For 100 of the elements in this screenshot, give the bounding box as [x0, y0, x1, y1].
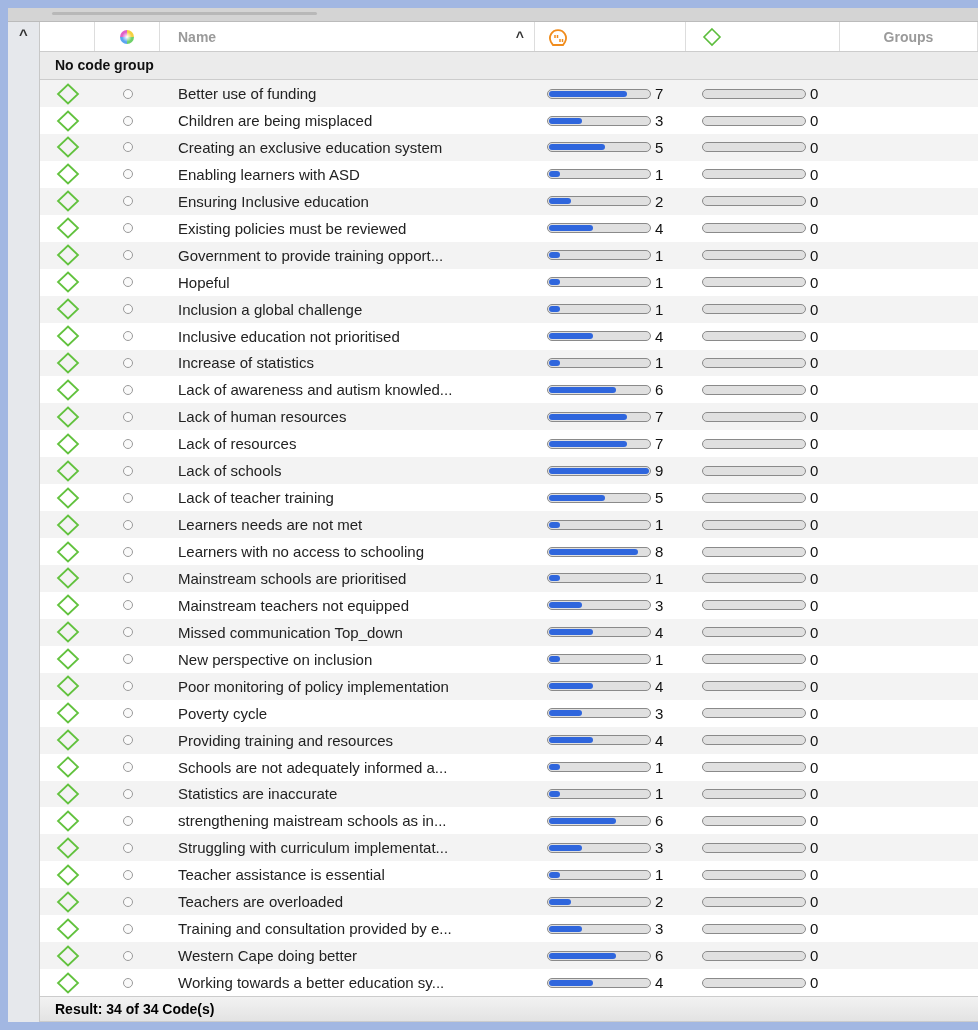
count-value: 3	[655, 920, 664, 938]
count-value: 1	[655, 516, 664, 534]
code-name: Missed communication Top_down	[178, 623, 403, 641]
diamond-icon	[55, 944, 80, 967]
color-circle-icon	[121, 841, 134, 854]
diamond-icon	[55, 540, 80, 563]
diamond-icon	[55, 890, 80, 913]
code-name: Poverty cycle	[178, 704, 268, 722]
diamond-icon	[55, 809, 80, 832]
count-value: 5	[655, 489, 664, 507]
count-value: 0	[810, 947, 819, 965]
color-circle-icon	[121, 330, 134, 343]
code-name: New perspective on inclusion	[178, 650, 373, 668]
count-value: 1	[655, 273, 664, 291]
diamond-icon	[55, 675, 80, 698]
count-value: 0	[810, 812, 819, 830]
count-value: 0	[810, 650, 819, 668]
count-value: 3	[655, 839, 664, 857]
diamond-icon	[55, 82, 80, 105]
code-name: Training and consultation provided by e...	[178, 920, 452, 938]
count-value: 7	[655, 85, 664, 103]
color-circle-icon	[121, 222, 134, 235]
color-circle-icon	[121, 572, 134, 585]
diamond-icon	[55, 729, 80, 752]
count-value: 4	[655, 219, 664, 237]
color-circle-icon	[121, 410, 134, 423]
color-wheel-icon[interactable]	[119, 28, 135, 45]
count-value: 3	[655, 596, 664, 614]
color-circle-icon	[121, 599, 134, 612]
color-circle-icon	[121, 976, 134, 989]
quotation-icon[interactable]	[547, 26, 569, 47]
color-circle-icon	[121, 868, 134, 881]
count-value: 0	[810, 246, 819, 264]
count-value: 1	[655, 354, 664, 372]
count-value: 0	[810, 893, 819, 911]
count-value: 0	[810, 327, 819, 345]
code-name: Inclusion a global challenge	[178, 300, 363, 318]
count-value: 0	[810, 462, 819, 480]
code-name: Increase of statistics	[178, 354, 314, 372]
collapse-toggle[interactable]: ^	[8, 22, 39, 44]
code-name: Lack of awareness and autism knowled...	[178, 381, 453, 399]
diamond-icon	[55, 244, 80, 267]
color-circle-icon	[121, 87, 134, 100]
count-value: 0	[810, 866, 819, 884]
color-circle-icon	[121, 545, 134, 558]
count-value: 0	[810, 85, 819, 103]
code-name: Existing policies must be reviewed	[178, 219, 407, 237]
diamond-icon	[55, 648, 80, 671]
code-name: Schools are not adequately informed a...	[178, 758, 448, 776]
count-value: 0	[810, 839, 819, 857]
count-value: 0	[810, 381, 819, 399]
count-value: 3	[655, 704, 664, 722]
diamond-icon[interactable]	[702, 26, 722, 47]
count-value: 0	[810, 489, 819, 507]
count-value: 1	[655, 785, 664, 803]
code-name: Struggling with curriculum implementat...	[178, 839, 449, 857]
code-name: Government to provide training opport...	[178, 246, 444, 264]
color-circle-icon	[121, 168, 134, 181]
count-value: 0	[810, 435, 819, 453]
diamond-icon	[55, 298, 80, 321]
code-name: Inclusive education not prioritised	[178, 327, 400, 345]
code-name: Statistics are inaccurate	[178, 785, 338, 803]
color-circle-icon	[121, 922, 134, 935]
diamond-icon	[55, 756, 80, 779]
diamond-icon	[55, 351, 80, 374]
count-value: 0	[810, 516, 819, 534]
diamond-icon	[55, 836, 80, 859]
code-name: Teacher assistance is essential	[178, 866, 385, 884]
color-circle-icon	[121, 680, 134, 693]
count-value: 9	[655, 462, 664, 480]
count-value: 0	[810, 974, 819, 992]
color-circle-icon	[121, 195, 134, 208]
color-circle-icon	[121, 464, 134, 477]
diamond-icon	[55, 109, 80, 132]
count-value: 0	[810, 192, 819, 210]
count-value: 0	[810, 785, 819, 803]
diamond-icon	[55, 405, 80, 428]
count-value: 0	[810, 112, 819, 130]
color-circle-icon	[121, 491, 134, 504]
count-value: 0	[810, 704, 819, 722]
count-value: 1	[655, 569, 664, 587]
code-name: Learners with no access to schooling	[178, 543, 424, 561]
count-value: 0	[810, 300, 819, 318]
count-value: 4	[655, 677, 664, 695]
diamond-icon	[55, 621, 80, 644]
diamond-icon	[55, 136, 80, 159]
count-value: 0	[810, 569, 819, 587]
count-value: 4	[655, 327, 664, 345]
diamond-icon	[55, 702, 80, 725]
count-value: 8	[655, 543, 664, 561]
diamond-icon	[55, 567, 80, 590]
count-value: 0	[810, 731, 819, 749]
count-value: 0	[810, 354, 819, 372]
diamond-icon	[55, 271, 80, 294]
sort-indicator[interactable]: ^	[515, 28, 524, 45]
count-value: 0	[810, 758, 819, 776]
color-circle-icon	[121, 626, 134, 639]
count-value: 0	[810, 677, 819, 695]
color-circle-icon	[121, 814, 134, 827]
color-circle-icon	[121, 356, 134, 369]
